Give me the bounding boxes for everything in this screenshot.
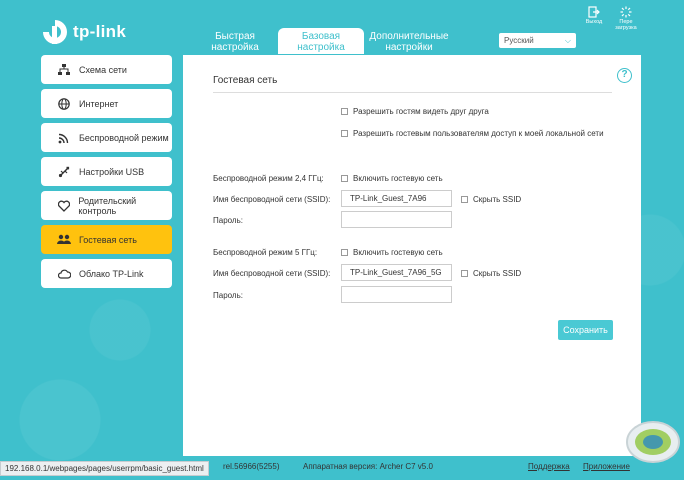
- sidebar-item-label: Родительский контроль: [78, 195, 137, 216]
- top-nav-tabs: Быстрая настройка Базовая настройка Допо…: [192, 28, 454, 54]
- see-each-other-option[interactable]: Разрешить гостям видеть друг друга: [341, 107, 489, 116]
- band5-hide-ssid-option[interactable]: Скрыть SSID: [461, 269, 521, 278]
- band5-enable-label: Включить гостевую сеть: [353, 248, 443, 257]
- globe-icon: [57, 97, 71, 111]
- page-title: Гостевая сеть: [213, 75, 612, 93]
- sidebar-item-label: Интернет: [79, 98, 119, 109]
- hardware-version: Аппаратная версия: Archer C7 v5.0: [303, 462, 433, 471]
- sidebar-item-label: Настройки USB: [79, 166, 145, 177]
- usb-icon: [57, 165, 71, 179]
- sidebar-item-label: Облако TP-Link: [79, 268, 144, 279]
- network-map-icon: [57, 63, 71, 77]
- see-each-other-label: Разрешить гостям видеть друг друга: [353, 107, 489, 116]
- band24-enable-option[interactable]: Включить гостевую сеть: [341, 174, 443, 183]
- exit-icon: [588, 6, 600, 18]
- reboot-icon: [620, 6, 632, 18]
- band24-label: Беспроводной режим 2,4 ГГц:: [213, 174, 324, 183]
- local-access-option[interactable]: Разрешить гостевым пользователям доступ …: [341, 127, 611, 140]
- band24-password-input[interactable]: [341, 211, 452, 228]
- cloud-icon: [57, 267, 71, 281]
- band5-enable-checkbox[interactable]: [341, 249, 348, 257]
- tab-basic-setup[interactable]: Базовая настройка: [278, 28, 364, 54]
- band24-enable-label: Включить гостевую сеть: [353, 174, 443, 183]
- sidebar-item-label: Схема сети: [79, 64, 127, 75]
- band5-label: Беспроводной режим 5 ГГц:: [213, 248, 318, 257]
- chevron-down-icon: ⌵: [564, 35, 571, 45]
- sidebar-item-usb[interactable]: Настройки USB: [41, 157, 172, 186]
- language-selected: Русский: [504, 36, 534, 45]
- sidebar-item-label: Беспроводной режим: [79, 132, 169, 143]
- help-icon[interactable]: ?: [617, 68, 632, 83]
- tp-link-logo[interactable]: tp-link: [41, 18, 126, 46]
- heart-icon: [57, 199, 70, 213]
- band5-hide-ssid-checkbox[interactable]: [461, 270, 468, 278]
- tp-link-logo-mark: [43, 20, 67, 44]
- sidebar-item-guest-network[interactable]: Гостевая сеть: [41, 225, 172, 254]
- reboot-button[interactable]: Пере загрузка: [613, 6, 639, 31]
- band24-hide-ssid-checkbox[interactable]: [461, 196, 468, 204]
- main-panel: Гостевая сеть ? Разрешить гостям видеть …: [183, 55, 641, 456]
- local-access-checkbox[interactable]: [341, 130, 348, 138]
- band5-hide-ssid-label: Скрыть SSID: [473, 269, 522, 278]
- watermark-logo: [626, 421, 680, 463]
- local-access-label: Разрешить гостевым пользователям доступ …: [353, 129, 604, 138]
- exit-label: Выход: [585, 19, 603, 25]
- band24-enable-checkbox[interactable]: [341, 175, 348, 183]
- band24-ssid-label: Имя беспроводной сети (SSID):: [213, 195, 331, 204]
- band5-ssid-input[interactable]: TP-Link_Guest_7A96_5G: [341, 264, 452, 281]
- save-button[interactable]: Сохранить: [558, 320, 613, 340]
- sidebar: Схема сети Интернет Беспроводной режим Н…: [41, 55, 172, 293]
- band24-password-label: Пароль:: [213, 216, 243, 225]
- band5-ssid-label: Имя беспроводной сети (SSID):: [213, 269, 331, 278]
- language-select[interactable]: Русский ⌵: [499, 33, 576, 48]
- tab-advanced-setup[interactable]: Дополнительные настройки: [364, 28, 454, 54]
- guests-icon: [57, 233, 71, 247]
- band5-enable-option[interactable]: Включить гостевую сеть: [341, 248, 443, 257]
- exit-button[interactable]: Выход: [584, 6, 604, 25]
- brand-name: tp-link: [73, 22, 127, 41]
- band24-hide-ssid-option[interactable]: Скрыть SSID: [461, 195, 521, 204]
- band5-password-label: Пароль:: [213, 291, 243, 300]
- sidebar-item-internet[interactable]: Интернет: [41, 89, 172, 118]
- sidebar-item-parental-control[interactable]: Родительский контроль: [41, 191, 172, 220]
- wifi-icon: [57, 131, 71, 145]
- firmware-version: rel.56966(5255): [223, 462, 280, 471]
- sidebar-item-tp-link-cloud[interactable]: Облако TP-Link: [41, 259, 172, 288]
- reboot-label: Пере загрузка: [615, 19, 637, 31]
- band5-password-input[interactable]: [341, 286, 452, 303]
- sidebar-item-network-map[interactable]: Схема сети: [41, 55, 172, 84]
- browser-status-bar: 192.168.0.1/webpages/pages/userrpm/basic…: [0, 461, 209, 476]
- sidebar-item-label: Гостевая сеть: [79, 234, 137, 245]
- band24-ssid-input[interactable]: TP-Link_Guest_7A96: [341, 190, 452, 207]
- see-each-other-checkbox[interactable]: [341, 108, 348, 116]
- tab-quick-setup[interactable]: Быстрая настройка: [192, 28, 278, 54]
- band24-hide-ssid-label: Скрыть SSID: [473, 195, 522, 204]
- support-link[interactable]: Поддержка: [528, 462, 570, 471]
- sidebar-item-wireless[interactable]: Беспроводной режим: [41, 123, 172, 152]
